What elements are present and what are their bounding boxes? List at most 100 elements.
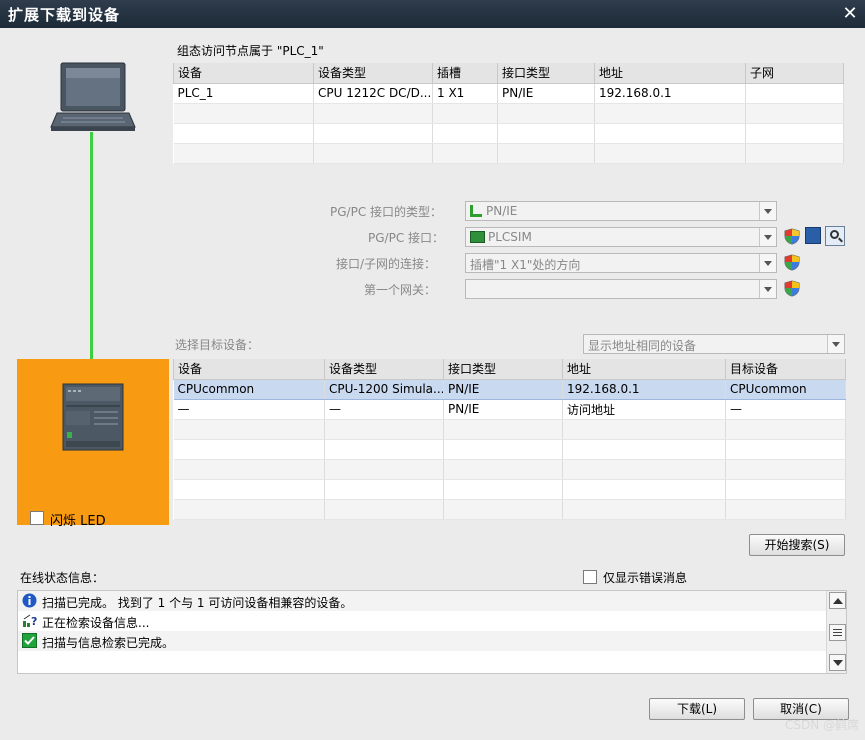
device-properties-icon[interactable] [805, 227, 821, 244]
table-cell: — [725, 399, 846, 420]
title-bar: 扩展下载到设备 ✕ [0, 0, 865, 28]
subnet-connection-value: 插槽"1 X1"处的方向 [470, 258, 581, 272]
scroll-down-icon[interactable] [829, 654, 846, 671]
table-cell: CPU 1212C DC/D... [313, 83, 433, 104]
status-message-text: 正在检索设备信息... [42, 616, 150, 630]
column-header[interactable]: 接口类型 [497, 63, 595, 84]
status-message: 扫描与信息检索已完成。 [18, 631, 826, 651]
chevron-down-icon[interactable] [759, 280, 776, 298]
table-cell: PN/IE [443, 379, 563, 400]
errors-only-checkbox[interactable] [583, 570, 597, 584]
network-icon [470, 205, 482, 217]
subnet-connection-label: 接口/子网的连接： [336, 257, 437, 271]
empty-row [173, 419, 846, 440]
status-scrollbar[interactable] [826, 591, 846, 673]
chevron-down-icon[interactable] [759, 254, 776, 272]
first-gateway-label: 第一个网关： [364, 283, 437, 297]
chevron-down-icon[interactable] [759, 202, 776, 220]
table-row[interactable]: — — PN/IE 访问地址 — [173, 399, 846, 420]
shield-icon [784, 254, 800, 271]
pgpc-type-select[interactable]: PN/IE [465, 201, 777, 221]
status-message: 扫描已完成。 找到了 1 个与 1 可访问设备相兼容的设备。 [18, 591, 826, 611]
table-cell: PLC_1 [173, 83, 314, 104]
pgpc-type-value: PN/IE [486, 204, 518, 218]
shield-icon [784, 280, 800, 297]
configured-header-row: 设备 设备类型 插槽 接口类型 地址 子网 [173, 63, 844, 84]
table-cell: — [173, 399, 325, 420]
column-header[interactable]: 子网 [745, 63, 844, 84]
load-button[interactable]: 下载(L) [649, 698, 745, 720]
target-header-row: 设备 设备类型 接口类型 地址 目标设备 [173, 359, 846, 380]
status-message-text: 扫描与信息检索已完成。 [42, 636, 175, 650]
dialog-body: 组态访问节点属于 "PLC_1" 设备 设备类型 插槽 接口类型 地址 子网 P… [3, 28, 862, 737]
table-cell: CPUcommon [725, 379, 846, 400]
table-cell [745, 83, 844, 104]
column-header[interactable]: 地址 [594, 63, 746, 84]
empty-row [173, 479, 846, 500]
search-device-icon: ? [23, 614, 37, 628]
flash-led-label: 闪烁 LED [50, 514, 106, 529]
column-header[interactable]: 目标设备 [725, 359, 846, 380]
empty-row [173, 499, 846, 520]
empty-row [173, 103, 844, 124]
table-cell: PN/IE [497, 83, 595, 104]
table-cell: PN/IE [443, 399, 563, 420]
pgpc-interface-select[interactable]: PLCSIM [465, 227, 777, 247]
subnet-connection-select[interactable]: 插槽"1 X1"处的方向 [465, 253, 777, 273]
target-table: 设备 设备类型 接口类型 地址 目标设备 CPUcommon CPU-1200 … [173, 359, 846, 520]
select-target-label: 选择目标设备： [175, 338, 260, 352]
close-icon[interactable]: ✕ [839, 3, 861, 25]
table-cell: CPU-1200 Simula... [324, 379, 444, 400]
errors-only-label: 仅显示错误消息 [603, 571, 688, 585]
connection-line [90, 132, 93, 387]
status-message-list: 扫描已完成。 找到了 1 个与 1 可访问设备相兼容的设备。 ? 正在检索设备信… [17, 590, 847, 674]
table-row[interactable]: PLC_1 CPU 1212C DC/D... 1 X1 PN/IE 192.1… [173, 83, 844, 104]
start-search-button[interactable]: 开始搜索(S) [749, 534, 845, 556]
empty-row [18, 651, 826, 671]
plc-device-icon [62, 383, 124, 451]
configured-table: 设备 设备类型 插槽 接口类型 地址 子网 PLC_1 CPU 1212C DC… [173, 63, 844, 164]
watermark: CSDN @鹤席 [784, 718, 859, 732]
column-header[interactable]: 插槽 [432, 63, 498, 84]
column-header[interactable]: 设备类型 [313, 63, 433, 84]
column-header[interactable]: 设备 [173, 63, 314, 84]
flash-led-checkbox[interactable] [30, 511, 44, 525]
dialog-title: 扩展下载到设备 [8, 6, 121, 24]
column-header[interactable]: 设备 [173, 359, 325, 380]
info-icon [22, 593, 37, 608]
scroll-thumb[interactable] [829, 624, 846, 641]
status-message-text: 扫描已完成。 找到了 1 个与 1 可访问设备相兼容的设备。 [42, 596, 353, 610]
empty-row [173, 123, 844, 144]
plcsim-card-icon [470, 231, 485, 243]
table-cell: CPUcommon [173, 379, 325, 400]
target-device-panel: 闪烁 LED [17, 359, 169, 529]
table-row[interactable]: CPUcommon CPU-1200 Simula... PN/IE 192.1… [173, 379, 846, 400]
configured-heading: 组态访问节点属于 "PLC_1" [177, 44, 324, 58]
empty-row [173, 459, 846, 480]
pg-pc-laptop-icon [50, 62, 136, 131]
table-cell: — [324, 399, 444, 420]
svg-text:?: ? [31, 615, 37, 628]
chevron-down-icon[interactable] [827, 335, 844, 353]
download-dialog: 扩展下载到设备 ✕ 组态访问节点属于 "PLC_1" 设备 设备类型 插槽 接口… [0, 0, 865, 740]
column-header[interactable]: 设备类型 [324, 359, 444, 380]
table-cell: 访问地址 [562, 399, 726, 420]
shield-icon [784, 228, 800, 245]
diagnostics-search-icon[interactable] [825, 226, 845, 246]
pgpc-interface-value: PLCSIM [488, 230, 532, 244]
table-cell: 192.168.0.1 [562, 379, 726, 400]
chevron-down-icon[interactable] [759, 228, 776, 246]
column-header[interactable]: 地址 [562, 359, 726, 380]
empty-row [173, 143, 844, 164]
column-header[interactable]: 接口类型 [443, 359, 563, 380]
table-cell: 192.168.0.1 [594, 83, 746, 104]
target-filter-value: 显示地址相同的设备 [588, 339, 697, 353]
target-filter-select[interactable]: 显示地址相同的设备 [583, 334, 845, 354]
pgpc-interface-label: PG/PC 接口： [368, 231, 445, 245]
scroll-up-icon[interactable] [829, 592, 846, 609]
status-message: ? 正在检索设备信息... [18, 611, 826, 631]
first-gateway-select[interactable] [465, 279, 777, 299]
empty-row [173, 439, 846, 460]
table-cell: 1 X1 [432, 83, 498, 104]
check-icon [22, 633, 37, 648]
